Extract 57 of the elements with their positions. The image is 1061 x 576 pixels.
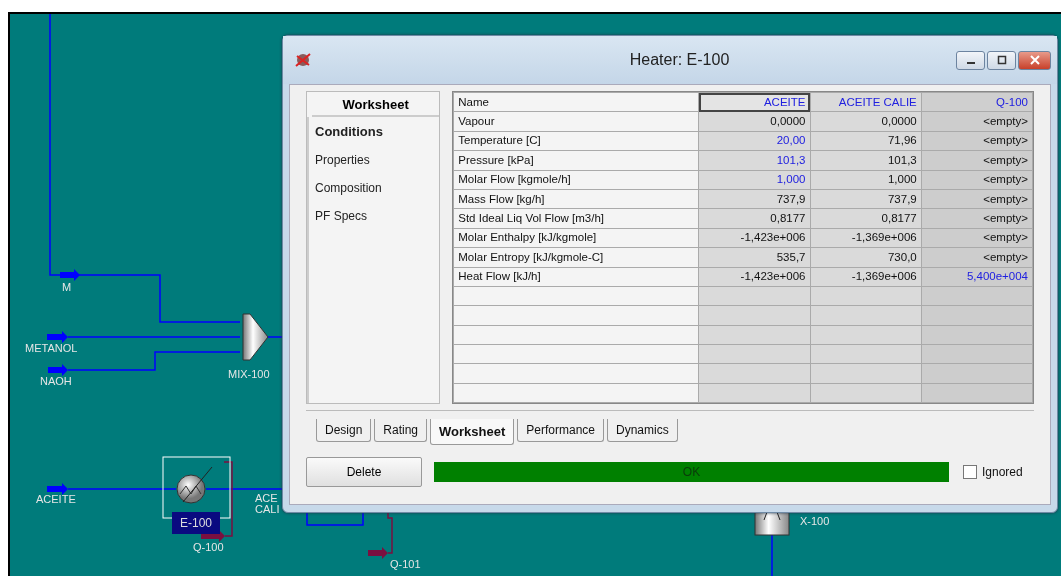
energy-line: [387, 510, 393, 554]
stream-label: Q-100: [193, 541, 224, 553]
table-cell: Mass Flow [kg/h]: [453, 189, 699, 209]
ignored-checkbox[interactable]: [963, 465, 977, 479]
table-cell: Heat Flow [kJ/h]: [453, 267, 699, 287]
minimize-icon: [966, 62, 975, 64]
sidebar-title: Worksheet: [312, 92, 440, 117]
energy-arrow-icon: [368, 547, 388, 559]
sidebar-item[interactable]: PF Specs: [309, 207, 440, 235]
minimize-button[interactable]: [956, 50, 985, 70]
status-bar: OK: [434, 462, 949, 482]
stream-label: M: [62, 281, 72, 293]
unit-label: MIX-100: [228, 368, 270, 380]
column-header[interactable]: Name: [453, 92, 699, 112]
tab[interactable]: Design: [316, 419, 372, 442]
stream-line: [306, 510, 364, 526]
unit-label: E-100: [172, 512, 221, 534]
tab[interactable]: Performance: [517, 419, 604, 442]
stream-arrow-icon: [47, 331, 68, 343]
column-header[interactable]: ACEITE: [698, 92, 810, 112]
stream-label: NAOH: [40, 375, 72, 387]
stream-arrow-icon: [47, 483, 68, 495]
stream-label: Q-101: [390, 558, 421, 570]
stream-label: CALI: [255, 503, 280, 515]
column-header[interactable]: ACEITE CALIE: [810, 92, 922, 112]
maximize-button[interactable]: [987, 50, 1016, 70]
delete-button[interactable]: Delete: [306, 457, 422, 487]
stream-label: ACEITE: [36, 493, 76, 505]
table-cell: Std Ideal Liq Vol Flow [m3/h]: [453, 208, 699, 229]
tab[interactable]: Dynamics: [607, 419, 678, 442]
table-cell: Temperature [C]: [453, 131, 699, 151]
stream-arrow-icon: [60, 269, 80, 281]
close-icon: [1028, 55, 1041, 65]
stream-arrow-icon: [48, 364, 68, 376]
table-cell: Molar Enthalpy [kJ/kgmole]: [453, 228, 699, 248]
table-cell: Molar Flow [kgmole/h]: [453, 170, 699, 190]
heater-icon: [176, 466, 213, 504]
stream-line: [267, 336, 283, 338]
table-cell: Vapour: [453, 111, 699, 132]
sidebar-item[interactable]: Properties: [309, 151, 440, 179]
app-icon: [293, 50, 313, 70]
sidebar-item[interactable]: Conditions: [309, 123, 440, 151]
ignored-label: Ignored: [982, 465, 1023, 479]
table-cell: Molar Entropy [kJ/kgmole-C]: [453, 247, 699, 267]
mixer-icon: [242, 313, 269, 361]
tab[interactable]: Worksheet: [430, 419, 515, 445]
window-title: Heater: E-100: [628, 51, 731, 69]
table-cell: Pressure [kPa]: [453, 150, 699, 171]
sidebar-item[interactable]: Composition: [309, 179, 440, 207]
maximize-icon: [996, 55, 1007, 65]
unit-label: X-100: [800, 515, 830, 527]
tab[interactable]: Rating: [374, 419, 428, 442]
stream-line: [771, 534, 773, 576]
stream-label: METANOL: [25, 342, 78, 354]
stream-label: ACE: [255, 492, 278, 504]
column-header[interactable]: Q-100: [921, 92, 1033, 112]
close-button[interactable]: [1018, 50, 1051, 70]
